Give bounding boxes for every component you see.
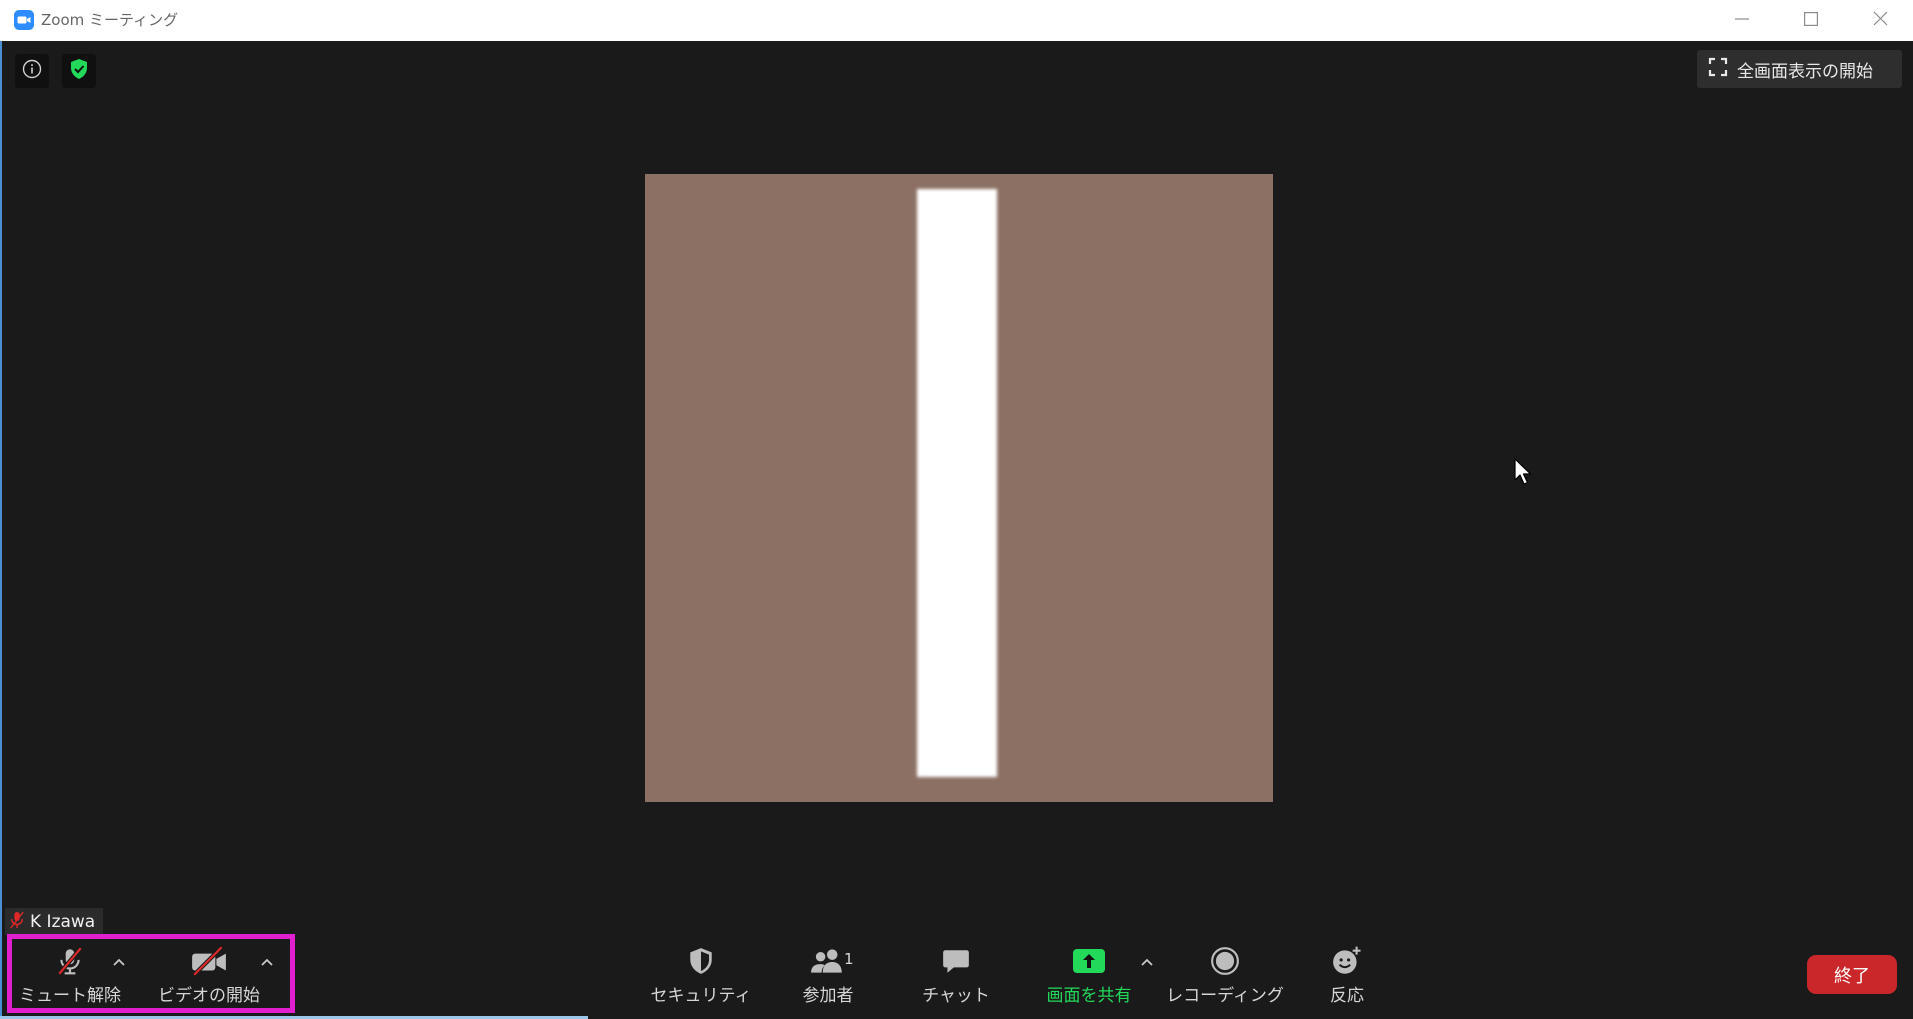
shield-check-icon	[69, 58, 89, 84]
record-label: レコーディング	[1166, 986, 1284, 1006]
share-screen-button[interactable]: 画面を共有	[1027, 940, 1151, 1014]
minimize-icon	[1735, 11, 1749, 30]
video-options-caret[interactable]	[259, 954, 275, 966]
mouse-cursor	[1514, 458, 1532, 486]
close-icon	[1873, 11, 1888, 30]
start-video-label: ビデオの開始	[158, 986, 260, 1006]
info-icon	[22, 59, 42, 83]
microphone-muted-icon	[9, 911, 25, 933]
participants-icon: 1	[809, 940, 854, 982]
close-button[interactable]	[1856, 0, 1904, 41]
maximize-icon	[1804, 11, 1819, 30]
reactions-icon	[1331, 940, 1363, 982]
start-video-button[interactable]: ビデオの開始	[147, 940, 271, 1014]
participants-label: 参加者	[802, 986, 854, 1006]
video-off-icon	[190, 940, 228, 982]
title-bar: Zoom ミーティング	[0, 0, 1913, 41]
chevron-up-icon	[261, 951, 273, 970]
share-screen-icon	[1073, 940, 1105, 982]
unmute-label: ミュート解除	[19, 986, 121, 1006]
zoom-logo-icon	[14, 10, 34, 30]
share-screen-label: 画面を共有	[1046, 986, 1132, 1006]
participants-count: 1	[844, 950, 854, 968]
shield-icon	[686, 940, 716, 982]
share-options-caret[interactable]	[1139, 954, 1155, 966]
security-button[interactable]: セキュリティ	[639, 940, 763, 1014]
participants-button[interactable]: 1 参加者	[766, 940, 890, 1014]
chat-label: チャット	[922, 986, 990, 1006]
chat-button[interactable]: チャット	[894, 940, 1018, 1014]
chevron-up-icon	[113, 951, 125, 970]
participant-name: K Izawa	[30, 911, 96, 932]
reactions-button[interactable]: 反応	[1285, 940, 1409, 1014]
record-button[interactable]: レコーディング	[1163, 940, 1287, 1014]
fullscreen-label: 全画面表示の開始	[1737, 61, 1873, 82]
end-meeting-button[interactable]: 終了	[1807, 955, 1897, 994]
chevron-up-icon	[1141, 951, 1153, 970]
fullscreen-button[interactable]: 全画面表示の開始	[1697, 50, 1902, 88]
participant-name-tag: K Izawa	[5, 908, 104, 935]
window-title: Zoom ミーティング	[41, 11, 179, 29]
encryption-button[interactable]	[62, 54, 96, 88]
chat-icon	[941, 940, 971, 982]
maximize-button[interactable]	[1787, 0, 1835, 41]
participant-video	[645, 174, 1273, 802]
reactions-label: 反応	[1330, 986, 1364, 1006]
security-label: セキュリティ	[650, 986, 752, 1006]
minimize-button[interactable]	[1718, 0, 1766, 41]
record-icon	[1210, 940, 1240, 982]
meeting-info-button[interactable]	[15, 54, 49, 88]
video-content	[917, 189, 997, 777]
fullscreen-icon	[1708, 57, 1728, 81]
audio-options-caret[interactable]	[111, 954, 127, 966]
microphone-muted-icon	[55, 940, 85, 982]
